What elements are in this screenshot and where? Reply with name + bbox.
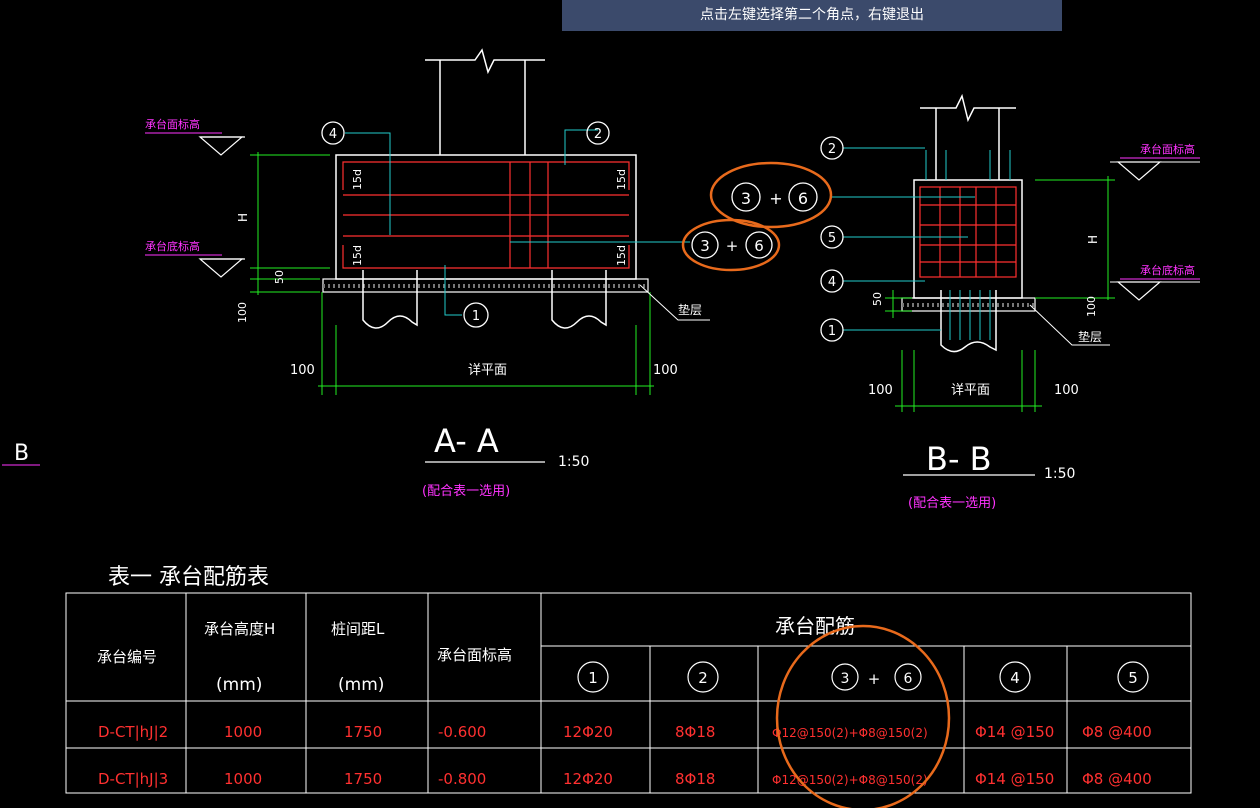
th-id: 承台编号 (97, 648, 157, 666)
svg-text:-0.800: -0.800 (438, 770, 486, 788)
aa-note: (配合表一选用) (422, 484, 510, 499)
aa-rebar-cage (342, 161, 630, 269)
bb-side-left: 100 (868, 383, 893, 398)
th-elevation: 承台面标高 (437, 646, 512, 664)
th-sub-3: 3 (841, 671, 850, 687)
svg-text:2: 2 (828, 142, 836, 157)
svg-text:Φ8 @400: Φ8 @400 (1082, 770, 1152, 788)
aa-bottom-elevation-label: 承台底标高 (145, 239, 200, 253)
svg-text:Φ14 @150: Φ14 @150 (975, 723, 1054, 741)
bb-dim-h: H (1086, 235, 1100, 244)
bb-title: B- B (926, 440, 992, 478)
aa-dim-100: 100 (236, 302, 249, 323)
bb-scale: 1:50 (1044, 466, 1075, 482)
section-bb: 2 3 + 6 5 4 1 承台面标高 承台底标高 H 50 100 100 详… (709, 93, 1200, 511)
bb-bottom-elevation-label: 承台底标高 (1140, 263, 1195, 277)
th-sub-4: 4 (1010, 669, 1020, 687)
rebar-table: 表一 承台配筋表 承台编号 承台高度H (mm) 桩间距L (mm) 承台面标高… (65, 565, 1192, 808)
svg-text:8Φ18: 8Φ18 (675, 770, 715, 788)
svg-text:1000: 1000 (224, 723, 262, 741)
svg-text:1750: 1750 (344, 723, 382, 741)
svg-text:+: + (769, 189, 782, 208)
svg-text:1750: 1750 (344, 770, 382, 788)
bb-side-right: 100 (1054, 383, 1079, 398)
aa-hook-top-left: 15d (351, 169, 364, 190)
th-spacing: 桩间距L (331, 620, 385, 638)
bb-dim-50: 50 (871, 292, 884, 306)
aa-side-left: 100 (290, 363, 315, 378)
svg-text:1000: 1000 (224, 770, 262, 788)
aa-dim-50: 50 (273, 270, 286, 284)
svg-text:+: + (868, 670, 881, 688)
th-rebar: 承台配筋 (775, 614, 855, 638)
aa-column (425, 48, 545, 155)
th-height: 承台高度H (204, 620, 275, 638)
svg-text:4: 4 (329, 127, 337, 142)
svg-text:1: 1 (828, 324, 836, 339)
svg-text:6: 6 (798, 189, 808, 208)
section-aa: 15d 15d 15d 15d 4 2 3 + 6 1 承台面标高 承台底标高 (145, 48, 781, 499)
aa-hook-bottom-left: 15d (351, 245, 364, 266)
th-height-unit: (mm) (216, 675, 262, 695)
svg-text:3: 3 (700, 237, 710, 255)
th-sub-2: 2 (698, 669, 708, 687)
cad-drawing-canvas[interactable]: B 15d 15d 15d 15d 4 2 3 + 6 1 承台面标高 承台底标… (0, 0, 1260, 808)
aa-pile-cap (335, 154, 637, 280)
bb-pile (940, 290, 997, 353)
svg-text:12Φ20: 12Φ20 (563, 770, 613, 788)
svg-text:+: + (726, 237, 739, 255)
svg-text:Φ12@150(2)+Φ8@150(2): Φ12@150(2)+Φ8@150(2) (772, 726, 928, 740)
aa-cushion-label: 垫层 (678, 302, 702, 317)
svg-text:6: 6 (754, 237, 764, 255)
table-row: D-CT|hJ|2 1000 1750 -0.600 12Φ20 8Φ18 Φ1… (98, 723, 1152, 741)
bb-dim-100: 100 (1085, 296, 1098, 317)
svg-text:8Φ18: 8Φ18 (675, 723, 715, 741)
bb-top-elevation-label: 承台面标高 (1140, 142, 1195, 156)
table-row: D-CT|hJ|3 1000 1750 -0.800 12Φ20 8Φ18 Φ1… (98, 770, 1152, 788)
svg-text:Φ8 @400: Φ8 @400 (1082, 723, 1152, 741)
svg-text:1: 1 (472, 309, 480, 324)
aa-dim-h: H (236, 213, 250, 222)
th-spacing-unit: (mm) (338, 675, 384, 695)
svg-text:-0.600: -0.600 (438, 723, 486, 741)
aa-scale: 1:50 (558, 454, 589, 470)
command-prompt-banner: 点击左键选择第二个角点，右键退出 (562, 0, 1062, 31)
aa-title: A- A (434, 422, 499, 460)
aa-hook-top-right: 15d (615, 169, 628, 190)
th-sub-5: 5 (1128, 669, 1138, 687)
bb-column (920, 93, 1016, 180)
bb-rebar-cage (919, 186, 1017, 278)
svg-text:D-CT|hJ|2: D-CT|hJ|2 (98, 723, 168, 741)
bb-note: (配合表一选用) (908, 496, 996, 511)
th-sub-1: 1 (588, 669, 598, 687)
svg-text:2: 2 (594, 127, 602, 142)
svg-text:5: 5 (828, 231, 836, 246)
margin-letter: B (14, 441, 29, 466)
svg-text:Φ14 @150: Φ14 @150 (975, 770, 1054, 788)
svg-text:12Φ20: 12Φ20 (563, 723, 613, 741)
bb-cushion-label: 垫层 (1078, 329, 1102, 344)
svg-text:4: 4 (828, 275, 836, 290)
aa-width-label: 详平面 (468, 363, 507, 378)
aa-top-elevation-label: 承台面标高 (145, 117, 200, 131)
bb-width-label: 详平面 (951, 383, 990, 398)
aa-hook-bottom-right: 15d (615, 245, 628, 266)
svg-text:D-CT|hJ|3: D-CT|hJ|3 (98, 770, 168, 788)
aa-side-right: 100 (653, 363, 678, 378)
th-sub-6: 6 (904, 671, 913, 687)
svg-text:3: 3 (741, 189, 751, 208)
table-title: 表一 承台配筋表 (108, 565, 269, 590)
bb-pile-cap (913, 179, 1023, 299)
